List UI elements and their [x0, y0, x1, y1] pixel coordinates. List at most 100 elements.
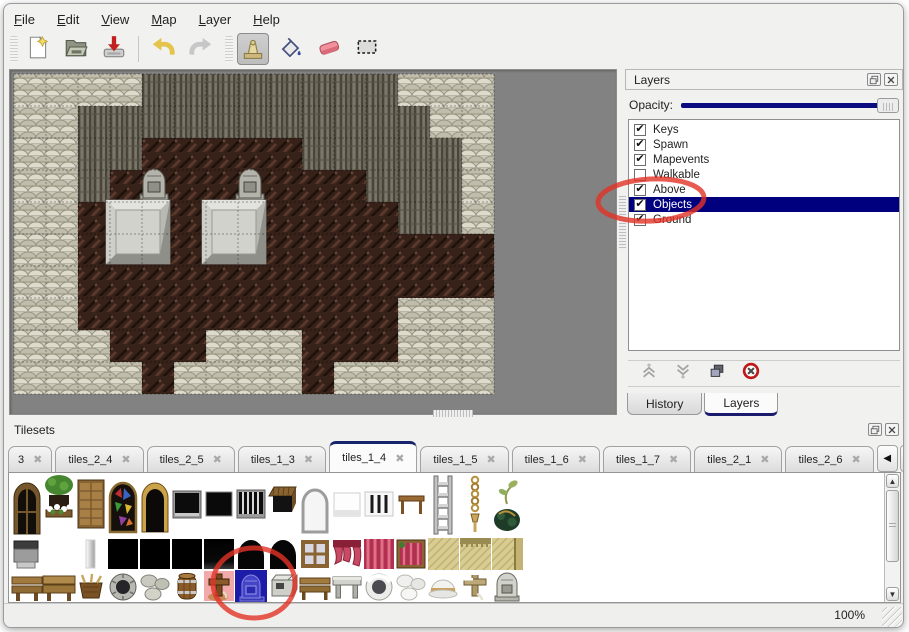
close-tab-icon[interactable]: ✖ [121, 453, 130, 466]
scroll-up-icon[interactable]: ▲ [886, 474, 899, 488]
layer-row-keys[interactable]: ✔Keys [629, 122, 899, 137]
layer-visibility-checkbox[interactable] [634, 169, 646, 181]
layer-row-above[interactable]: ✔Above [629, 182, 899, 197]
tileset-tab-tiles_1_5[interactable]: tiles_1_5✖ [420, 446, 508, 472]
scroll-tabs-left-icon[interactable]: ◀ [877, 445, 898, 472]
close-tab-icon[interactable]: ✖ [852, 453, 861, 466]
save-map-button[interactable] [98, 33, 130, 65]
fill-icon [278, 34, 304, 65]
select-tool-button[interactable] [351, 33, 383, 65]
resize-grip[interactable] [882, 607, 902, 627]
tileset-tab-3[interactable]: 3✖ [8, 446, 52, 472]
layer-visibility-checkbox[interactable]: ✔ [634, 154, 646, 166]
layer-visibility-checkbox[interactable]: ✔ [634, 124, 646, 136]
undo-button[interactable] [147, 33, 179, 65]
float-panel-icon[interactable] [868, 423, 882, 436]
close-tab-icon[interactable]: ✖ [578, 453, 587, 466]
tileset-tab-tiles_2_6[interactable]: tiles_2_6✖ [785, 446, 873, 472]
tileset-tab-label: tiles_1_3 [251, 454, 295, 466]
tileset-tab-tiles_2_1[interactable]: tiles_2_1✖ [694, 446, 782, 472]
eraser-tool-button[interactable] [313, 33, 345, 65]
horizontal-splitter-handle[interactable] [433, 410, 473, 417]
tileset-tab-label: tiles_1_4 [342, 452, 386, 464]
screenshot-stage: FileEditViewMapLayerHelp Layers Opacity: [0, 0, 909, 632]
tileset-tab-label: 3 [18, 454, 24, 466]
map-canvas[interactable] [9, 69, 617, 415]
tileset-tab-label: tiles_1_7 [616, 454, 660, 466]
toolbar-separator [138, 36, 139, 62]
select-icon [354, 34, 380, 65]
move-layer-up-button[interactable] [638, 364, 660, 384]
layer-row-ground[interactable]: ✔Ground [629, 212, 899, 227]
tileset-view[interactable]: ▲ ▼ [8, 472, 901, 603]
scroll-down-icon[interactable]: ▼ [886, 587, 899, 601]
tileset-scrollbar[interactable]: ▲ ▼ [884, 473, 900, 602]
close-tab-icon[interactable]: ✖ [486, 453, 495, 466]
toolbar-grip[interactable] [10, 36, 18, 62]
new-file-button[interactable] [22, 33, 54, 65]
tileset-tab-bar: 3✖tiles_2_4✖tiles_2_5✖tiles_1_3✖tiles_1_… [8, 441, 901, 472]
zoom-level: 100% [834, 608, 865, 622]
menu-item-layer[interactable]: Layer [199, 12, 232, 27]
layer-visibility-checkbox[interactable]: ✔ [634, 139, 646, 151]
tileset-tab-label: tiles_1_6 [525, 454, 569, 466]
layer-row-walkable[interactable]: Walkable [629, 167, 899, 182]
menu-item-view[interactable]: View [101, 12, 129, 27]
layer-list: ✔Keys✔Spawn✔MapeventsWalkable✔Above✔Obje… [628, 119, 900, 351]
tileset-tab-tiles_1_3[interactable]: tiles_1_3 ✖ [238, 446, 326, 472]
duplicate-layer-button[interactable] [706, 364, 728, 384]
map-editor-window: FileEditViewMapLayerHelp Layers Opacity: [3, 3, 904, 628]
layer-row-objects[interactable]: ✔ Objects [629, 197, 899, 212]
close-tab-icon[interactable]: ✖ [33, 453, 42, 466]
tilesets-panel: Tilesets 3✖tiles_2_4✖tiles_2_5✖tiles_1_3… [6, 421, 903, 603]
opacity-slider-handle[interactable] [877, 98, 899, 113]
close-panel-icon[interactable] [884, 73, 898, 86]
copy-icon [708, 362, 726, 385]
opacity-slider[interactable] [681, 97, 899, 113]
menu-item-map[interactable]: Map [151, 12, 176, 27]
close-tab-icon[interactable]: ✖ [213, 453, 222, 466]
menu-bar: File Edit View Map Layer Help [14, 9, 280, 29]
tilesets-panel-title: Tilesets [14, 423, 55, 437]
undo-icon [150, 34, 176, 65]
new-icon [25, 34, 51, 65]
layers-panel-title: Layers [634, 73, 864, 87]
move-layer-down-button[interactable] [672, 364, 694, 384]
fill-tool-button[interactable] [275, 33, 307, 65]
menu-item-help[interactable]: Help [253, 12, 280, 27]
delete-icon [742, 362, 760, 385]
layer-name: Walkable [653, 169, 700, 181]
close-panel-icon[interactable] [885, 423, 899, 436]
tileset-tab-tiles_2_5[interactable]: tiles_2_5 ✖ [147, 446, 235, 472]
layer-row-mapevents[interactable]: ✔Mapevents [629, 152, 899, 167]
close-tab-icon[interactable]: ✖ [395, 452, 404, 465]
layer-visibility-checkbox[interactable]: ✔ [634, 214, 646, 226]
tileset-tab-tiles_1_6[interactable]: tiles_1_6 ✖ [512, 446, 600, 472]
scroll-tabs-right-icon[interactable]: ▶ [900, 445, 904, 472]
layer-name: Objects [653, 199, 692, 211]
menu-item-file[interactable]: File [14, 12, 35, 27]
open-map-button[interactable] [60, 33, 92, 65]
close-tab-icon[interactable]: ✖ [760, 453, 769, 466]
menu-item-edit[interactable]: Edit [57, 12, 79, 27]
dock-tab-history[interactable]: History [627, 393, 702, 415]
dock-tab-layers[interactable]: Layers [704, 393, 778, 416]
opacity-slider-track [681, 103, 897, 108]
close-tab-icon[interactable]: ✖ [669, 453, 678, 466]
tileset-tab-tiles_1_4[interactable]: tiles_1_4 ✖ [329, 441, 417, 472]
toolbar-grip[interactable] [225, 36, 233, 62]
delete-layer-button[interactable] [740, 364, 762, 384]
layer-visibility-checkbox[interactable]: ✔ [634, 199, 646, 211]
layer-row-spawn[interactable]: ✔Spawn [629, 137, 899, 152]
tileset-tab-scroll-buttons: ◀▶ [877, 445, 904, 472]
tileset-tab-tiles_2_4[interactable]: tiles_2_4✖ [55, 446, 143, 472]
stamp-tool-button[interactable] [237, 33, 269, 65]
layer-visibility-checkbox[interactable]: ✔ [634, 184, 646, 196]
redo-button[interactable] [185, 33, 217, 65]
layers-panel: Layers Opacity: ✔Keys✔Spawn✔MapeventsWal… [625, 69, 903, 416]
scrollbar-thumb[interactable] [886, 490, 899, 562]
float-panel-icon[interactable] [867, 73, 881, 86]
tileset-tab-label: tiles_2_5 [160, 454, 204, 466]
tileset-tab-tiles_1_7[interactable]: tiles_1_7 ✖ [603, 446, 691, 472]
close-tab-icon[interactable]: ✖ [304, 453, 313, 466]
